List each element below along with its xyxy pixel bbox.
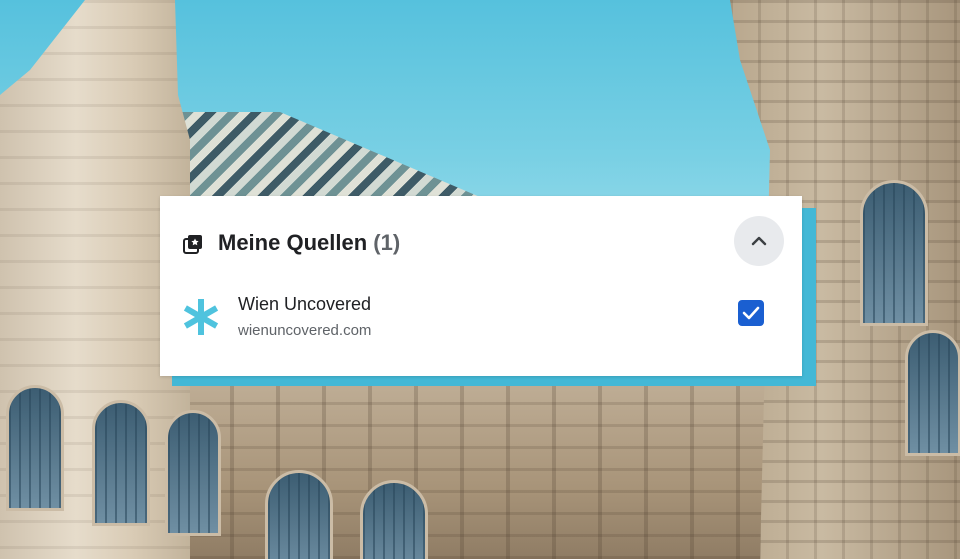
gothic-window: [6, 385, 64, 511]
source-count: (1): [373, 230, 401, 255]
gothic-window: [165, 410, 221, 536]
panel-title: Meine Quellen (1): [218, 230, 400, 256]
source-checkbox[interactable]: [738, 300, 764, 326]
my-sources-panel: Meine Quellen (1) Wien Uncovered wienunc…: [160, 196, 802, 376]
panel-header: Meine Quellen (1): [160, 196, 802, 286]
panel-title-text: Meine Quellen: [218, 230, 368, 255]
checkmark-icon: [742, 306, 760, 320]
collection-icon: [182, 233, 204, 255]
source-list-item[interactable]: Wien Uncovered wienuncovered.com: [160, 286, 802, 366]
asterisk-logo-icon: [180, 296, 222, 338]
gothic-window: [360, 480, 428, 559]
gothic-window: [92, 400, 150, 526]
source-url: wienuncovered.com: [238, 322, 372, 339]
source-name: Wien Uncovered: [238, 294, 372, 314]
gothic-window: [265, 470, 333, 559]
chevron-up-icon: [751, 236, 767, 246]
gothic-window: [905, 330, 960, 456]
gothic-window: [860, 180, 928, 326]
collapse-button[interactable]: [734, 216, 784, 266]
